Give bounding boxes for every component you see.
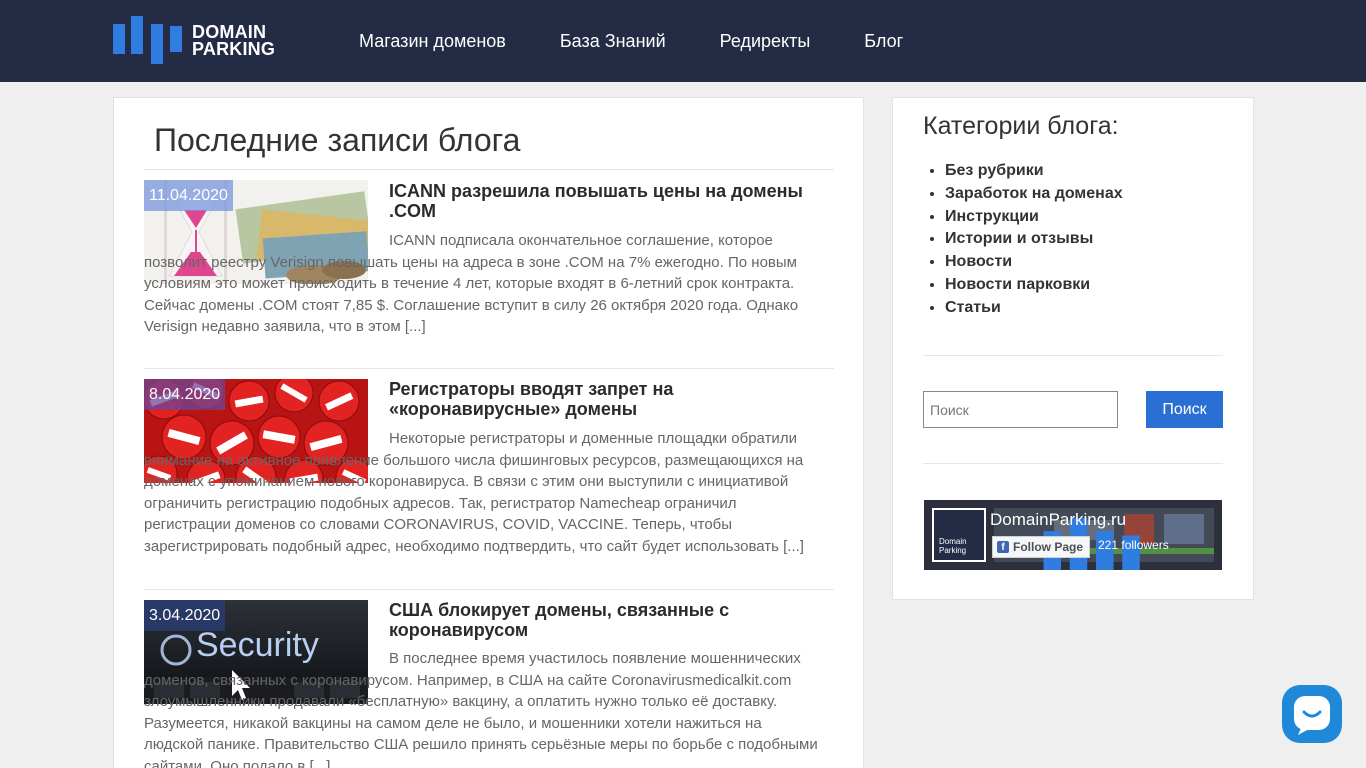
site-header: DOMAIN PARKING Магазин доменов База Знан… (0, 0, 1366, 82)
nav-item-domain-shop[interactable]: Магазин доменов (359, 31, 506, 52)
post-excerpt: ICANN подписала окончательное соглашение… (144, 232, 799, 335)
categories-title: Категории блога: (923, 112, 1119, 140)
category-link[interactable]: Статьи (945, 297, 1123, 320)
post-date-badge: 11.04.2020 (144, 180, 233, 211)
logo-bar-icon (131, 16, 143, 54)
facebook-icon: f (997, 541, 1009, 553)
category-link[interactable]: Истории и отзывы (945, 228, 1123, 251)
post-title-link[interactable]: Регистраторы вводят запрет на «коронавир… (389, 379, 809, 419)
post-title-link[interactable]: США блокирует домены, связанные с корона… (389, 600, 809, 640)
post-date-badge: 3.04.2020 (144, 600, 226, 631)
page-title: Последние записи блога (154, 122, 521, 158)
category-link[interactable]: Без рубрики (945, 160, 1123, 183)
search-input[interactable] (923, 391, 1118, 428)
post-excerpt: В последнее время участилось появление м… (144, 650, 818, 768)
blog-post: 8.04.2020 Регистраторы вводят запрет на … (144, 368, 834, 589)
chat-bubble-icon (1294, 696, 1330, 735)
post-date-badge: 8.04.2020 (144, 379, 226, 410)
search-button[interactable]: Поиск (1146, 391, 1223, 428)
category-link[interactable]: Инструкции (945, 206, 1123, 229)
category-list: Без рубрики Заработок на доменах Инструк… (945, 160, 1123, 320)
main-nav: Магазин доменов База Знаний Редиректы Бл… (359, 0, 957, 82)
blog-post: 11.04.2020 ICANN разрешила повышать цены… (144, 169, 834, 369)
logo-bar-icon (113, 24, 125, 54)
logo-bar-icon (170, 26, 182, 52)
nav-item-blog[interactable]: Блог (864, 31, 903, 52)
site-logo[interactable]: DOMAIN PARKING (113, 16, 283, 64)
chat-widget-button[interactable] (1282, 685, 1342, 743)
blog-posts-panel: Последние записи блога 11.04.2020 ICANN … (113, 97, 864, 768)
category-link[interactable]: Заработок на доменах (945, 183, 1123, 206)
logo-bar-icon (151, 24, 163, 64)
blog-post: Security 3.04.2020 США блокирует домены,… (144, 589, 834, 768)
nav-item-redirects[interactable]: Редиректы (720, 31, 811, 52)
category-link[interactable]: Новости (945, 251, 1123, 274)
post-excerpt: Некоторые регистраторы и доменные площад… (144, 430, 804, 555)
facebook-page-name[interactable]: DomainParking.ru (990, 510, 1126, 530)
category-link[interactable]: Новости парковки (945, 274, 1123, 297)
follow-page-button[interactable]: f Follow Page (992, 536, 1091, 558)
divider (923, 355, 1223, 356)
nav-item-knowledge-base[interactable]: База Знаний (560, 31, 666, 52)
facebook-page-logo: Domain Parking (932, 508, 1140, 570)
logo-text-line2: PARKING (192, 39, 276, 59)
facebook-page-widget[interactable]: Domain Parking DomainParking.ru f Follow… (924, 500, 1222, 570)
sidebar: Категории блога: Без рубрики Заработок н… (892, 97, 1254, 600)
facebook-logo-text: Domain Parking (939, 537, 967, 555)
followers-count: 221 followers (1098, 538, 1169, 552)
divider (923, 463, 1223, 464)
post-title-link[interactable]: ICANN разрешила повышать цены на домены … (389, 181, 809, 221)
